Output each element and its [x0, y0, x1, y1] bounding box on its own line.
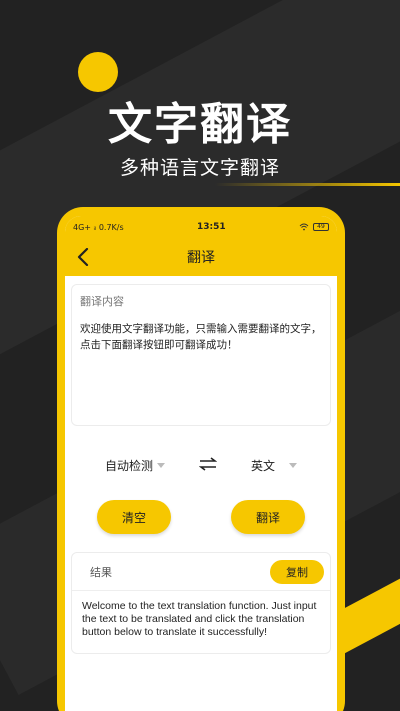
phone-frame: 4G+ ᵢₗ 0.7K/s 13:51 49 翻译 翻译内容 欢迎使用文字翻译功…	[57, 207, 345, 711]
result-label: 结果	[90, 565, 112, 579]
target-language-label: 英文	[250, 458, 275, 473]
app-bar: 4G+ ᵢₗ 0.7K/s 13:51 49 翻译	[65, 216, 337, 276]
hero-title: 文字翻译	[108, 99, 292, 150]
status-time: 13:51	[197, 222, 226, 232]
chevron-left-icon	[77, 248, 89, 266]
network-status: 4G+ ᵢₗ 0.7K/s	[73, 222, 124, 232]
wifi-icon	[299, 223, 309, 231]
page-title: 翻译	[187, 250, 215, 266]
yellow-dot	[78, 52, 118, 92]
translate-button[interactable]: 翻译	[231, 500, 305, 534]
phone-screen: 4G+ ᵢₗ 0.7K/s 13:51 49 翻译 翻译内容 欢迎使用文字翻译功…	[65, 216, 337, 711]
accent-line	[215, 183, 400, 186]
input-label: 翻译内容	[80, 295, 124, 308]
battery-icon: 49	[312, 223, 329, 231]
status-bar: 4G+ ᵢₗ 0.7K/s 13:51 49	[65, 216, 337, 238]
caret-down-icon	[157, 462, 166, 468]
language-selector-row: 自动检测 英文	[65, 434, 337, 496]
clear-button[interactable]: 清空	[97, 500, 171, 534]
result-panel: 结果 复制 Welcome to the text translation fu…	[71, 552, 331, 654]
source-language-select[interactable]: 自动检测	[105, 457, 166, 474]
action-buttons: 清空 翻译	[65, 500, 337, 534]
swap-button[interactable]	[198, 456, 218, 475]
swap-icon	[198, 456, 218, 471]
navigation-bar: 翻译	[65, 238, 337, 276]
input-text[interactable]: 欢迎使用文字翻译功能，只需输入需要翻译的文字，点击下面翻译按钮即可翻译成功！	[80, 321, 322, 353]
source-language-label: 自动检测	[105, 458, 154, 473]
hero-subtitle: 多种语言文字翻译	[119, 157, 280, 179]
back-button[interactable]	[73, 247, 93, 267]
target-language-select[interactable]: 英文	[251, 457, 297, 474]
caret-down-icon	[289, 462, 297, 468]
copy-button[interactable]: 复制	[270, 559, 324, 584]
result-header: 结果 复制	[72, 553, 330, 591]
result-text: Welcome to the text translation function…	[82, 600, 317, 638]
translation-input-area[interactable]: 翻译内容 欢迎使用文字翻译功能，只需输入需要翻译的文字，点击下面翻译按钮即可翻译…	[71, 284, 331, 426]
